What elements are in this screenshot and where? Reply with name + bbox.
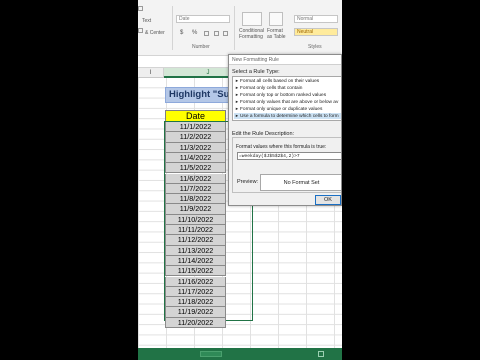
ribbon-divider — [172, 6, 173, 50]
date-header-cell[interactable]: Date — [165, 110, 226, 122]
column-header-i[interactable]: I — [138, 68, 164, 78]
wrap-text-label[interactable]: Text — [142, 18, 151, 24]
formula-input[interactable]: =weekday($J$5$2$4,2)>7 — [237, 152, 341, 160]
rule-type-label: Format only top or bottom ranked values — [239, 93, 327, 98]
date-cell[interactable]: 11/7/2022 — [165, 183, 226, 195]
conditional-formatting-button[interactable]: Conditional Formatting — [239, 28, 267, 40]
rule-type-item[interactable]: ►Format all cells based on their values — [235, 78, 319, 84]
date-cell[interactable]: 11/20/2022 — [165, 317, 226, 328]
new-formatting-rule-dialog: New Formatting Rule Select a Rule Type: … — [228, 54, 342, 206]
arrow-right-icon: ► — [235, 92, 239, 97]
date-cell[interactable]: 11/12/2022 — [165, 235, 226, 246]
date-cell[interactable]: 11/6/2022 — [165, 173, 226, 184]
sheet-tab[interactable] — [200, 351, 222, 357]
date-cell[interactable]: 11/11/2022 — [165, 225, 226, 236]
date-cell[interactable]: 11/1/2022 — [165, 122, 226, 133]
rule-type-label: Format only unique or duplicate values — [239, 107, 323, 112]
status-bar — [138, 348, 342, 360]
zoom-icon[interactable] — [318, 351, 324, 357]
rule-type-item[interactable]: ►Use a formula to determine which cells … — [234, 113, 341, 120]
date-cell[interactable]: 11/15/2022 — [165, 266, 226, 277]
rule-type-item[interactable]: ►Format only unique or duplicate values — [235, 106, 322, 112]
styles-group-label: Styles — [308, 44, 322, 50]
ribbon: Text & Center Date $ % Number Conditiona… — [138, 0, 342, 56]
comma-style-icon[interactable] — [204, 31, 209, 36]
arrow-right-icon: ► — [235, 106, 239, 111]
style-neutral[interactable]: Neutral — [294, 28, 338, 36]
arrow-right-icon: ► — [235, 99, 239, 104]
percent-button[interactable]: % — [192, 30, 197, 36]
date-cell[interactable]: 11/3/2022 — [165, 142, 226, 153]
date-cell[interactable]: 11/16/2022 — [165, 276, 226, 287]
date-cell[interactable]: 11/9/2022 — [165, 204, 226, 215]
preview-label: Preview: — [237, 179, 259, 185]
decrease-decimal-icon[interactable] — [223, 31, 228, 36]
preview-box: No Format Set — [260, 174, 341, 191]
date-cell[interactable]: 11/2/2022 — [165, 132, 226, 143]
ok-button[interactable]: OK — [315, 195, 341, 205]
date-cell[interactable]: 11/19/2022 — [165, 307, 226, 318]
increase-decimal-icon[interactable] — [214, 31, 219, 36]
date-cell[interactable]: 11/5/2022 — [165, 163, 226, 174]
arrow-right-icon: ► — [235, 113, 239, 118]
merge-icon[interactable] — [138, 28, 143, 33]
number-format-select[interactable]: Date — [176, 15, 230, 23]
wrap-text-icon[interactable] — [138, 6, 143, 11]
ribbon-divider — [234, 6, 235, 50]
format-as-table-button[interactable]: Format as Table — [267, 28, 289, 40]
rule-type-item[interactable]: ►Format only cells that contain — [235, 85, 302, 91]
rule-type-label: Format only values that are above or bel… — [239, 100, 339, 105]
rule-type-list[interactable]: ►Format all cells based on their values ►… — [232, 76, 341, 121]
rule-type-item[interactable]: ►Format only values that are above or be… — [235, 99, 338, 105]
arrow-right-icon: ► — [235, 78, 239, 83]
conditional-formatting-icon[interactable] — [242, 12, 262, 26]
dialog-title: New Formatting Rule — [229, 55, 341, 65]
date-cell[interactable]: 11/17/2022 — [165, 286, 226, 298]
rule-type-item[interactable]: ►Format only top or bottom ranked values — [235, 92, 326, 98]
date-cell[interactable]: 11/18/2022 — [165, 297, 226, 308]
rule-type-label: Format only cells that contain — [239, 86, 303, 91]
date-cell[interactable]: 11/8/2022 — [165, 194, 226, 205]
date-cell[interactable]: 11/13/2022 — [165, 245, 226, 256]
number-group-label: Number — [192, 44, 210, 50]
select-rule-type-label: Select a Rule Type: — [232, 69, 280, 75]
date-cell[interactable]: 11/4/2022 — [165, 152, 226, 164]
formula-label: Format values where this formula is true… — [236, 144, 327, 150]
style-normal[interactable]: Normal — [294, 15, 338, 23]
currency-button[interactable]: $ — [180, 30, 183, 36]
date-cell[interactable]: 11/14/2022 — [165, 255, 226, 267]
rule-type-label: Format all cells based on their values — [239, 79, 320, 84]
date-cell[interactable]: 11/10/2022 — [165, 214, 226, 225]
format-as-table-icon[interactable] — [269, 12, 283, 26]
arrow-right-icon: ► — [235, 85, 239, 90]
rule-type-label: Use a formula to determine which cells t… — [239, 114, 339, 119]
merge-center-label[interactable]: & Center — [145, 30, 165, 36]
